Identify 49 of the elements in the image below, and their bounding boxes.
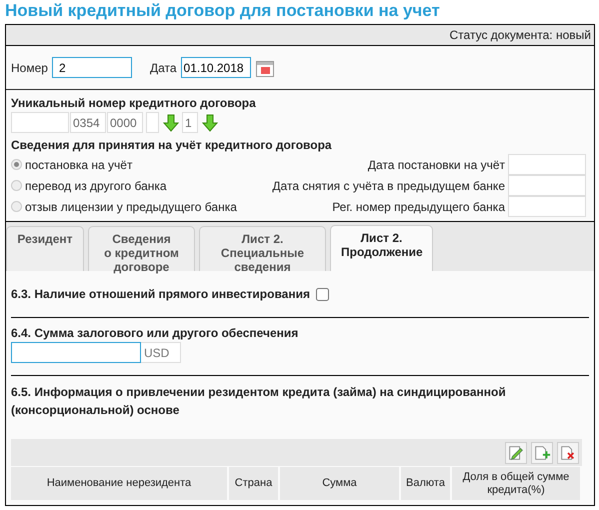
- tab[interactable]: Сведения о кредитном договоре: [88, 226, 195, 271]
- down-arrow-icon[interactable]: [163, 114, 179, 132]
- page-title: Новый кредитный договор для постановки на учет: [5, 0, 441, 22]
- section-label: 6.4. Сумма залогового или другого обеспечения: [11, 325, 300, 342]
- field-label: Дата постановки на учёт: [368, 156, 505, 174]
- number-part-field[interactable]: 0354: [70, 112, 106, 133]
- radio-button[interactable]: [11, 159, 22, 170]
- section-title: Сведения для принятия на учёт кредитного договора: [11, 137, 333, 154]
- number-label: Номер: [11, 60, 48, 76]
- column-header: Сумма: [280, 467, 401, 500]
- status-value: новый: [556, 28, 591, 42]
- number-field[interactable]: 2: [52, 57, 132, 78]
- section-title: Уникальный номер кредитного договора: [11, 95, 257, 112]
- column-header: Страна: [229, 467, 280, 500]
- number-part-field[interactable]: 1: [182, 112, 198, 133]
- column-header: Доля в общей сумме кредита(%): [452, 467, 582, 500]
- edit-icon: [507, 444, 525, 462]
- date-label: Дата: [150, 60, 177, 76]
- amount-field[interactable]: [11, 342, 141, 363]
- edit-button[interactable]: [505, 442, 527, 464]
- field-label: Дата снятия с учёта в предыдущем банке: [272, 178, 505, 194]
- tab[interactable]: Лист 2. Специальные сведения: [199, 226, 326, 271]
- text-field[interactable]: [508, 175, 586, 196]
- add-document-button[interactable]: [531, 442, 553, 464]
- tab[interactable]: Лист 2. Продолжение: [330, 225, 433, 271]
- radio-label: отзыв лицензии у предыдущего банка: [25, 198, 237, 216]
- date-field[interactable]: 01.10.2018: [180, 57, 251, 78]
- number-part-field[interactable]: [11, 112, 69, 133]
- section-label: 6.3. Наличие отношений прямого инвестирования: [11, 286, 310, 303]
- delete-document-button[interactable]: [557, 442, 579, 464]
- down-arrow-icon[interactable]: [202, 114, 218, 132]
- section-label: 6.5. Информация о привлечении резидентом кредита (займа) на синдицированной (консорциональной) основе: [11, 384, 507, 419]
- field-label: Рег. номер предыдущего банка: [332, 198, 505, 216]
- column-header: Наименование нерезидента: [11, 467, 229, 500]
- text-field[interactable]: [508, 154, 586, 175]
- text-field[interactable]: [508, 196, 586, 217]
- delete-document-icon: [559, 444, 577, 462]
- column-header: Валюта: [401, 467, 452, 500]
- status-label: Статус документа:: [450, 28, 553, 42]
- checkbox[interactable]: [316, 288, 329, 301]
- number-part-field[interactable]: 0000: [107, 112, 143, 133]
- radio-button[interactable]: [11, 201, 22, 212]
- radio-button[interactable]: [11, 180, 22, 191]
- radio-label: постановка на учёт: [25, 156, 132, 174]
- tab[interactable]: Резидент: [6, 226, 84, 271]
- radio-label: перевод из другого банка: [25, 178, 167, 194]
- add-document-icon: [533, 444, 551, 462]
- currency-label: USD: [141, 342, 181, 363]
- number-part-field[interactable]: [146, 112, 159, 133]
